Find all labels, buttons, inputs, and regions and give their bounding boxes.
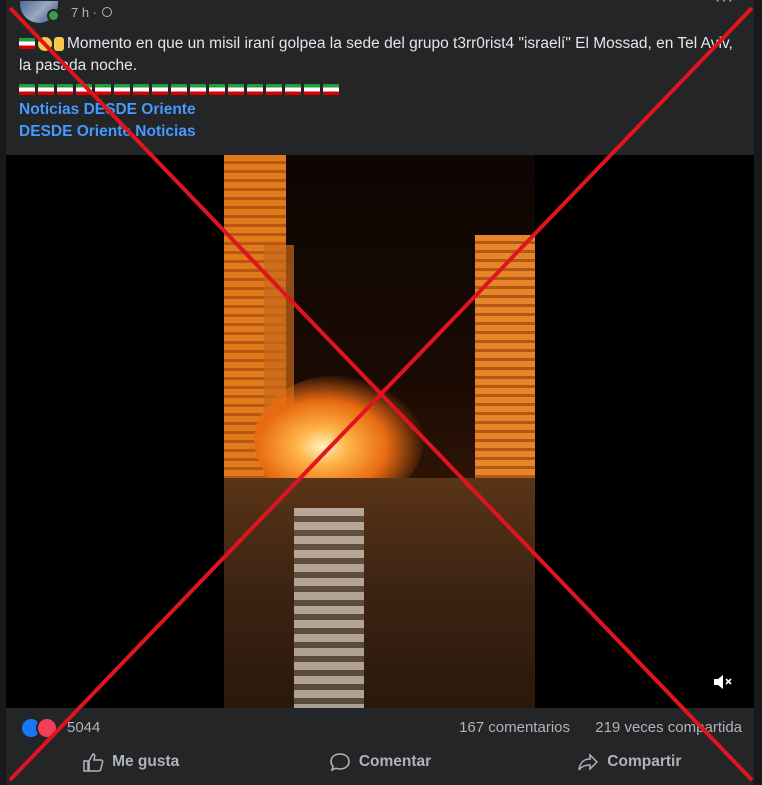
comment-label: Comentar — [358, 753, 432, 770]
hashtag-link[interactable]: DESDE Oriente Noticias — [19, 121, 196, 143]
iran-flag-icon — [76, 84, 92, 96]
comment-button[interactable]: Comentar — [255, 746, 504, 778]
post-header: 7 h · — [20, 0, 113, 24]
iran-flag-icon — [171, 84, 187, 96]
iran-flag-icon — [304, 84, 320, 96]
post-actions: Me gusta Comentar Compartir — [6, 746, 754, 778]
iran-flag-icon — [19, 84, 35, 96]
iran-flag-icon — [247, 84, 263, 96]
iran-flag-icon — [133, 84, 149, 96]
video-frame — [224, 155, 535, 708]
iran-flag-icon — [95, 84, 111, 96]
flag-row — [19, 79, 749, 97]
engagement-stats: 5044 167 comentarios 219 veces compartid… — [20, 717, 742, 739]
reaction-icons[interactable] — [20, 717, 58, 739]
iran-flag-icon — [152, 84, 168, 96]
iran-flag-icon — [209, 84, 225, 96]
share-arrow-icon — [578, 753, 599, 771]
post-hashtags: Noticias DESDE Oriente DESDE Oriente Not… — [19, 99, 196, 143]
comment-bubble-icon — [330, 753, 350, 772]
iran-flag-icon — [228, 84, 244, 96]
speaker-muted-icon[interactable] — [712, 672, 734, 694]
more-options-icon[interactable]: ··· — [715, 0, 734, 10]
share-label: Compartir — [607, 753, 682, 770]
parked-cars — [294, 508, 364, 708]
iran-flag-icon — [190, 84, 206, 96]
iran-flag-icon — [19, 38, 35, 50]
share-button[interactable]: Compartir — [505, 746, 754, 778]
comment-count[interactable]: 167 comentarios — [459, 719, 570, 736]
parking-lot — [224, 478, 535, 708]
iran-flag-icon — [57, 84, 73, 96]
love-reaction-icon — [36, 717, 58, 739]
like-button[interactable]: Me gusta — [6, 746, 255, 778]
facebook-post: 7 h · ··· Momento en que un misil iraní … — [6, 0, 754, 785]
iran-flag-icon — [38, 84, 54, 96]
iran-flag-icon — [114, 84, 130, 96]
post-time[interactable]: 7 h · — [71, 4, 113, 20]
iran-flag-icon — [323, 84, 339, 96]
thumbs-up-icon — [83, 753, 104, 772]
globe-icon — [102, 7, 113, 17]
reaction-count[interactable]: 5044 — [67, 719, 100, 736]
post-message: Momento en que un misil iraní golpea la … — [19, 35, 733, 74]
iran-flag-icon — [285, 84, 301, 96]
emoji-icon — [38, 36, 52, 51]
avatar[interactable] — [20, 1, 60, 23]
online-dot — [47, 9, 60, 22]
victory-hand-icon — [54, 36, 64, 51]
like-label: Me gusta — [112, 753, 180, 770]
post-time-label: 7 h · — [71, 4, 98, 20]
post-text: Momento en que un misil iraní golpea la … — [19, 33, 749, 97]
video-player[interactable] — [6, 155, 754, 708]
iran-flag-icon — [266, 84, 282, 96]
share-count[interactable]: 219 veces compartida — [595, 719, 742, 736]
hashtag-link[interactable]: Noticias DESDE Oriente — [19, 99, 196, 121]
